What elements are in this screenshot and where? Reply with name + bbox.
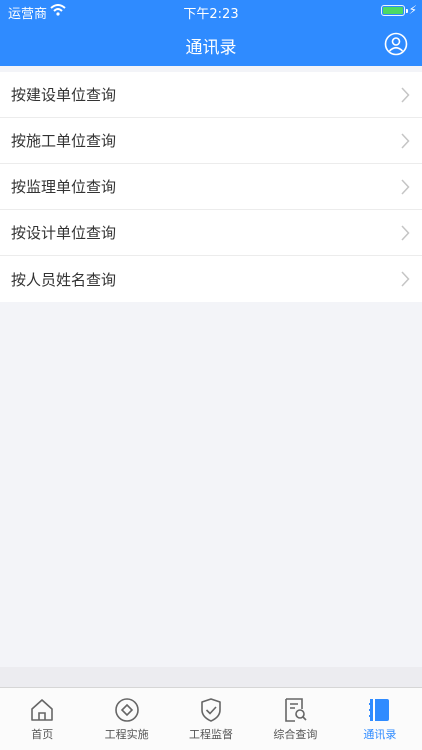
menu-item-design-unit[interactable]: 按设计单位查询 <box>0 210 422 256</box>
tab-contacts[interactable]: 通讯录 <box>338 688 422 750</box>
tab-home[interactable]: 首页 <box>0 688 84 750</box>
menu-item-person-name[interactable]: 按人员姓名查询 <box>0 256 422 302</box>
menu-item-label: 按施工单位查询 <box>11 132 117 150</box>
status-bar: 运营商 下午2:23 ⚡ <box>0 0 422 22</box>
chevron-right-icon <box>401 179 410 195</box>
document-search-icon <box>285 698 307 722</box>
contacts-book-icon <box>368 699 389 721</box>
chevron-right-icon <box>401 87 410 103</box>
bottom-spacer <box>0 667 422 687</box>
chevron-right-icon <box>401 133 410 149</box>
nav-bar: 通讯录 <box>0 22 422 66</box>
user-profile-icon[interactable] <box>384 32 408 56</box>
tab-label: 工程实施 <box>104 728 149 741</box>
home-icon <box>31 699 54 721</box>
page-title: 通讯录 <box>185 38 237 58</box>
tab-project-supervision[interactable]: 工程监督 <box>169 688 253 750</box>
menu-item-construction-unit[interactable]: 按建设单位查询 <box>0 72 422 118</box>
battery-icon <box>381 5 405 16</box>
chevron-right-icon <box>401 271 410 287</box>
menu-item-label: 按建设单位查询 <box>11 86 117 104</box>
compass-icon <box>114 698 139 722</box>
menu-item-supervision-unit[interactable]: 按监理单位查询 <box>0 164 422 210</box>
status-time: 下午2:23 <box>183 7 239 22</box>
tab-comprehensive-query[interactable]: 综合查询 <box>253 688 337 750</box>
charging-icon: ⚡ <box>408 3 417 17</box>
menu-item-builder-unit[interactable]: 按施工单位查询 <box>0 118 422 164</box>
query-menu-list: 按建设单位查询 按施工单位查询 按监理单位查询 按设计单位查询 按人员姓名查询 <box>0 72 422 302</box>
tab-label: 综合查询 <box>273 728 318 741</box>
menu-item-label: 按监理单位查询 <box>11 178 117 196</box>
chevron-right-icon <box>401 225 410 241</box>
tab-label: 首页 <box>31 728 54 741</box>
tab-project-implementation[interactable]: 工程实施 <box>84 688 168 750</box>
menu-item-label: 按设计单位查询 <box>11 224 117 242</box>
tab-label: 通讯录 <box>363 728 397 741</box>
shield-check-icon <box>201 698 221 722</box>
tab-label: 工程监督 <box>189 728 234 741</box>
menu-item-label: 按人员姓名查询 <box>11 270 117 289</box>
tab-bar: 首页 工程实施 工程监督 综合查询 通讯录 <box>0 687 422 750</box>
